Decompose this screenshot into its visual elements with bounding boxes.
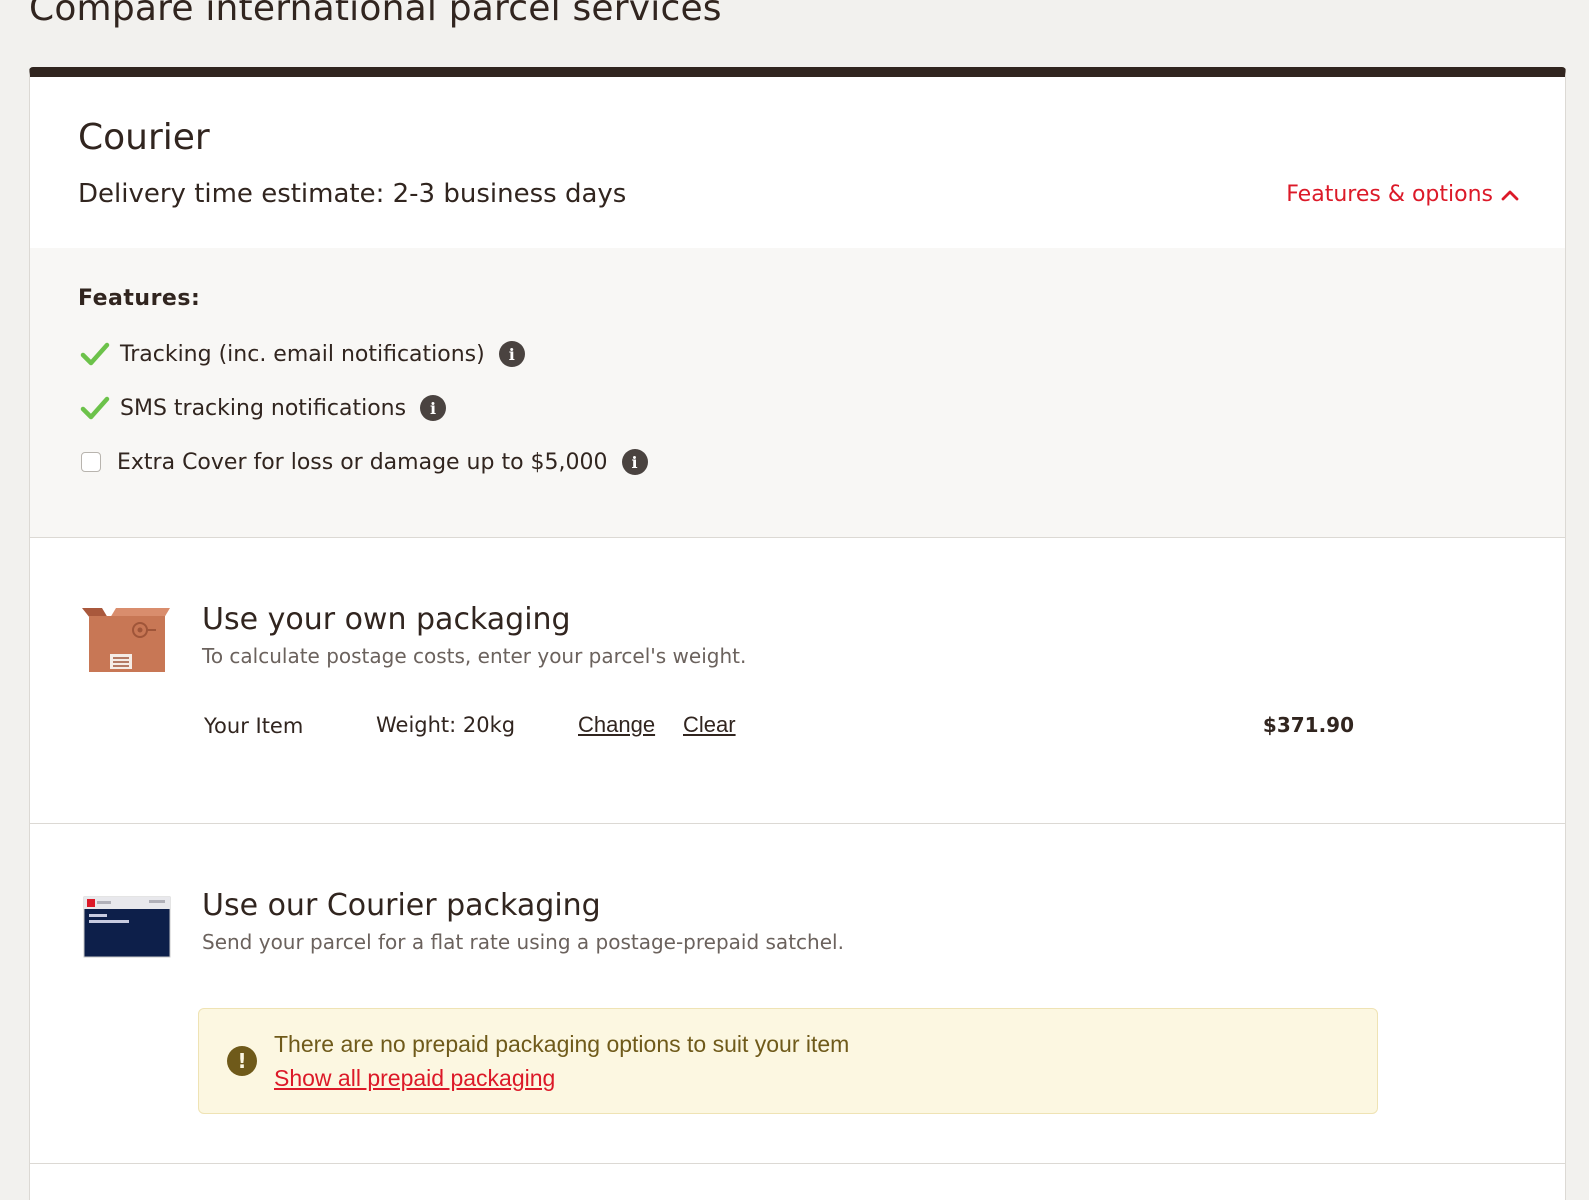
service-card: Courier Delivery time estimate: 2-3 busi… [29,67,1566,1200]
feature-item: Tracking (inc. email notifications) i [80,341,525,367]
clear-link[interactable]: Clear [683,712,736,738]
show-all-prepaid-link[interactable]: Show all prepaid packaging [274,1065,555,1092]
own-packaging-subtitle: To calculate postage costs, enter your p… [202,644,747,668]
page-title: Compare international parcel services [29,0,722,29]
exclamation-icon: ! [227,1046,257,1076]
feature-label: Extra Cover for loss or damage up to $5,… [117,449,608,475]
cardboard-box-icon [82,608,170,672]
service-name: Courier [78,117,210,158]
item-weight: Weight: 20kg [376,713,516,737]
feature-label: Tracking (inc. email notifications) [120,341,485,367]
features-toggle-label: Features & options [1286,182,1493,207]
chevron-up-icon [1501,190,1519,200]
feature-item: Extra Cover for loss or damage up to $5,… [80,449,648,475]
item-price: $371.90 [1262,713,1354,737]
own-packaging-title: Use your own packaging [202,602,571,637]
item-name: Your Item [204,714,304,738]
courier-satchel-icon [83,896,171,958]
alert-message: There are no prepaid packaging options t… [274,1031,850,1057]
info-icon[interactable]: i [621,449,648,475]
extra-cover-checkbox[interactable] [81,452,101,472]
courier-packaging-section: Use our Courier packaging Send your parc… [30,824,1565,1164]
info-icon[interactable]: i [420,395,447,421]
no-prepaid-alert: ! There are no prepaid packaging options… [198,1008,1378,1114]
own-packaging-section: Use your own packaging To calculate post… [30,538,1565,824]
delivery-estimate: Delivery time estimate: 2-3 business day… [78,179,627,209]
courier-packaging-subtitle: Send your parcel for a flat rate using a… [202,930,844,954]
courier-packaging-title: Use our Courier packaging [202,888,601,923]
service-header: Courier Delivery time estimate: 2-3 busi… [30,77,1565,248]
change-link[interactable]: Change [578,712,655,738]
features-options-toggle[interactable]: Features & options [1286,182,1519,207]
features-panel: Features: Tracking (inc. email notificat… [30,248,1565,538]
feature-label: SMS tracking notifications [120,395,407,421]
check-icon [80,342,110,366]
feature-item: SMS tracking notifications i [80,395,447,421]
info-icon[interactable]: i [498,341,525,367]
check-icon [80,396,110,420]
features-heading: Features: [78,286,201,311]
